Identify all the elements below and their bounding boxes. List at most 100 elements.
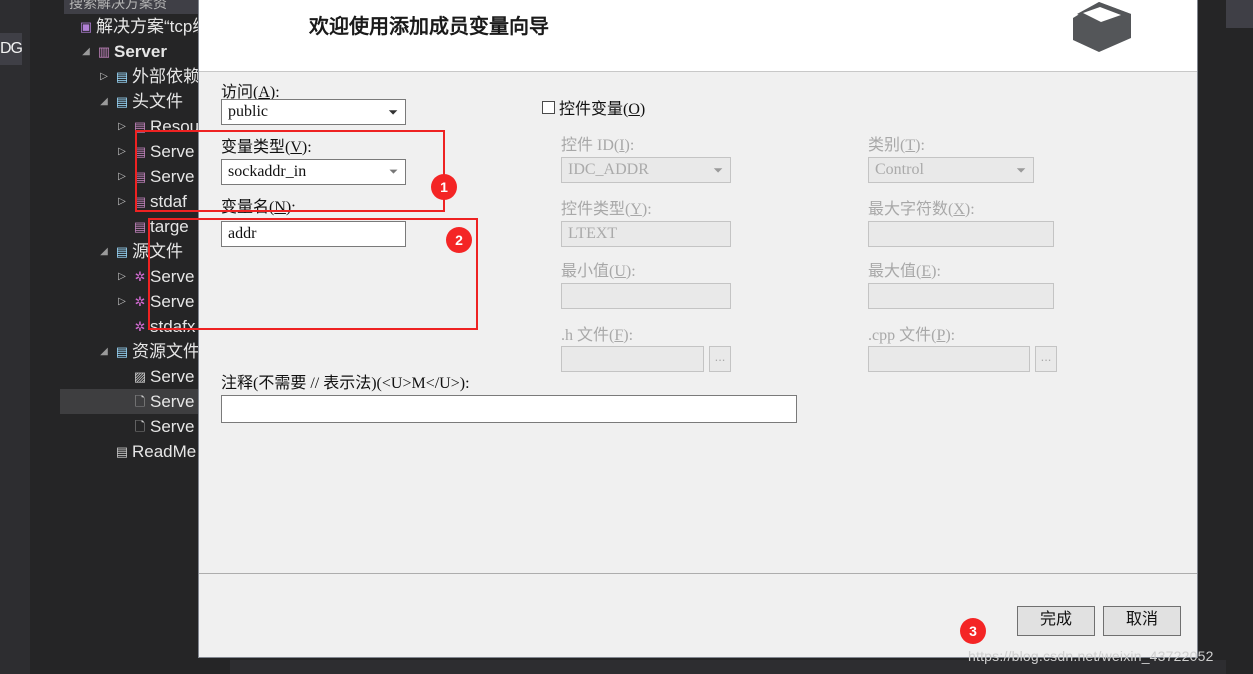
comment-input[interactable] <box>221 395 797 423</box>
project-icon: ▥ <box>97 44 111 59</box>
dialog-header: 欢迎使用添加成员变量向导 <box>199 0 1197 72</box>
solution-icon: ▣ <box>79 19 93 34</box>
max-chars-label: 最大字符数(X): <box>868 201 975 218</box>
cpp-file-input[interactable] <box>868 346 1030 372</box>
page-title: 欢迎使用添加成员变量向导 <box>309 16 549 38</box>
chevron-down-icon[interactable]: ◢ <box>96 239 112 264</box>
header-file-icon: ▤ <box>133 144 147 159</box>
vs-editor-tabstrip[interactable] <box>1226 0 1253 28</box>
h-file-label: .h 文件(F): <box>561 327 634 344</box>
h-file-input[interactable] <box>561 346 704 372</box>
control-variable-checkbox-row[interactable]: 控件变量(O) <box>542 95 645 119</box>
min-value-input[interactable] <box>561 283 731 309</box>
tree-item-label: Serve <box>150 417 195 436</box>
resource-file-icon: 🗋 <box>134 419 146 434</box>
chevron-right-icon[interactable]: ▷ <box>114 264 130 289</box>
tree-item-label: 解决方案“tcp编 <box>96 17 210 36</box>
chevron-down-icon[interactable]: ◢ <box>96 339 112 364</box>
chevron-down-icon[interactable]: ⏷ <box>1016 159 1026 181</box>
chevron-right-icon[interactable]: ▷ <box>114 289 130 314</box>
tree-item-label: Server <box>114 42 167 61</box>
control-type-input[interactable]: LTEXT <box>561 221 731 247</box>
variable-name-input[interactable]: addr <box>221 221 406 247</box>
chevron-right-icon[interactable]: ▷ <box>114 189 130 214</box>
control-variable-checkbox-label: 控件变量(O) <box>559 101 646 118</box>
variable-type-combobox[interactable]: sockaddr_in ⏷ <box>221 159 406 185</box>
variable-type-label: 变量类型(V): <box>221 139 312 156</box>
chevron-right-icon[interactable]: ▷ <box>114 139 130 164</box>
tree-item-label: Serve <box>150 267 195 286</box>
variable-type-value: sockaddr_in <box>228 163 307 180</box>
tree-item-label: Serve <box>150 392 195 411</box>
references-folder-icon: ▤ <box>115 69 129 84</box>
screen-root: DG 搜索解决方案资 ➝ ▣解决方案“tcp编◢▥Server▷▤外部依赖◢▤头… <box>0 0 1253 674</box>
tree-item-label: ReadMe <box>132 442 197 461</box>
folder-icon: ▤ <box>115 244 129 259</box>
access-combobox[interactable]: public ⏷ <box>221 99 406 125</box>
cpp-file-browse-button[interactable]: ... <box>1035 346 1057 372</box>
category-combobox[interactable]: Control ⏷ <box>868 157 1034 183</box>
comment-label: 注释(不需要 // 表示法)(<U>M</U>): <box>221 375 470 392</box>
access-value: public <box>228 103 268 120</box>
solution-search-text: 搜索解决方案资 <box>69 0 167 11</box>
control-type-value: LTEXT <box>568 225 618 242</box>
tree-item-label: 资源文件 <box>132 342 200 361</box>
dialog-body: 访问(A): public ⏷ 变量类型(V): sockaddr_in ⏷ 变… <box>199 73 1197 573</box>
tree-item-label: stdaf <box>150 192 187 211</box>
annotation-badge-2: 2 <box>446 227 472 253</box>
chevron-down-icon[interactable]: ⏷ <box>388 101 398 123</box>
tree-item-label: 源文件 <box>132 242 183 261</box>
box-3d-icon <box>1073 2 1131 52</box>
max-chars-input[interactable] <box>868 221 1054 247</box>
tree-item-label: Serve <box>150 367 195 386</box>
folder-icon: ▤ <box>115 344 129 359</box>
folder-icon: ▤ <box>115 94 129 109</box>
header-file-icon: ▤ <box>133 119 147 134</box>
chevron-right-icon[interactable]: ▷ <box>96 64 112 89</box>
vs-editor-area <box>1226 0 1253 674</box>
chevron-down-icon[interactable]: ◢ <box>78 39 94 64</box>
resource-file-icon: 🗋 <box>134 394 146 409</box>
image-file-icon: ▨ <box>133 369 147 384</box>
max-value-label: 最大值(E): <box>868 263 941 280</box>
category-value: Control <box>875 161 924 178</box>
tree-item-label: Serve <box>150 292 195 311</box>
tree-item-label: Serve <box>150 167 195 186</box>
annotation-badge-3: 3 <box>960 618 986 644</box>
control-id-combobox[interactable]: IDC_ADDR ⏷ <box>561 157 731 183</box>
tree-item-label: targe <box>150 217 189 236</box>
variable-name-value: addr <box>228 225 257 242</box>
chevron-right-icon[interactable]: ▷ <box>114 114 130 139</box>
add-member-variable-wizard-dialog: 欢迎使用添加成员变量向导 访问(A): public ⏷ 变量类型(V): so… <box>198 0 1198 658</box>
chevron-down-icon[interactable]: ⏷ <box>713 159 723 181</box>
header-file-icon: ▤ <box>133 169 147 184</box>
vs-tab-fragment-label: DG <box>0 40 23 57</box>
min-value-label: 最小值(U): <box>561 263 636 280</box>
cancel-button[interactable]: 取消 <box>1103 606 1181 636</box>
finish-button[interactable]: 完成 <box>1017 606 1095 636</box>
variable-name-label: 变量名(N): <box>221 199 296 216</box>
vs-tab-fragment[interactable]: DG <box>0 33 23 65</box>
chevron-right-icon[interactable]: ▷ <box>114 164 130 189</box>
dialog-footer: 完成 取消 <box>199 573 1197 657</box>
checkbox-icon[interactable] <box>542 100 555 114</box>
tree-item-label: Serve <box>150 142 195 161</box>
cpp-file-icon: ✲ <box>134 269 146 284</box>
header-file-icon: ▤ <box>133 194 147 209</box>
h-file-browse-button[interactable]: ... <box>709 346 731 372</box>
cpp-file-icon: ✲ <box>134 294 146 309</box>
annotation-badge-1: 1 <box>431 174 457 200</box>
header-file-icon: ▤ <box>133 219 147 234</box>
category-label: 类别(T): <box>868 137 925 154</box>
max-value-input[interactable] <box>868 283 1054 309</box>
control-type-label: 控件类型(Y): <box>561 201 652 218</box>
tree-item-label: 头文件 <box>132 92 183 111</box>
watermark: https://blog.csdn.net/weixin_43722052 <box>968 648 1214 664</box>
cpp-file-label: .cpp 文件(P): <box>868 327 956 344</box>
chevron-down-icon[interactable]: ⏷ <box>389 161 398 183</box>
tree-item-label: Resou <box>150 117 200 136</box>
text-file-icon: ▤ <box>115 444 129 459</box>
chevron-down-icon[interactable]: ◢ <box>96 89 112 114</box>
control-id-value: IDC_ADDR <box>568 161 649 178</box>
control-id-label: 控件 ID(I): <box>561 137 635 154</box>
